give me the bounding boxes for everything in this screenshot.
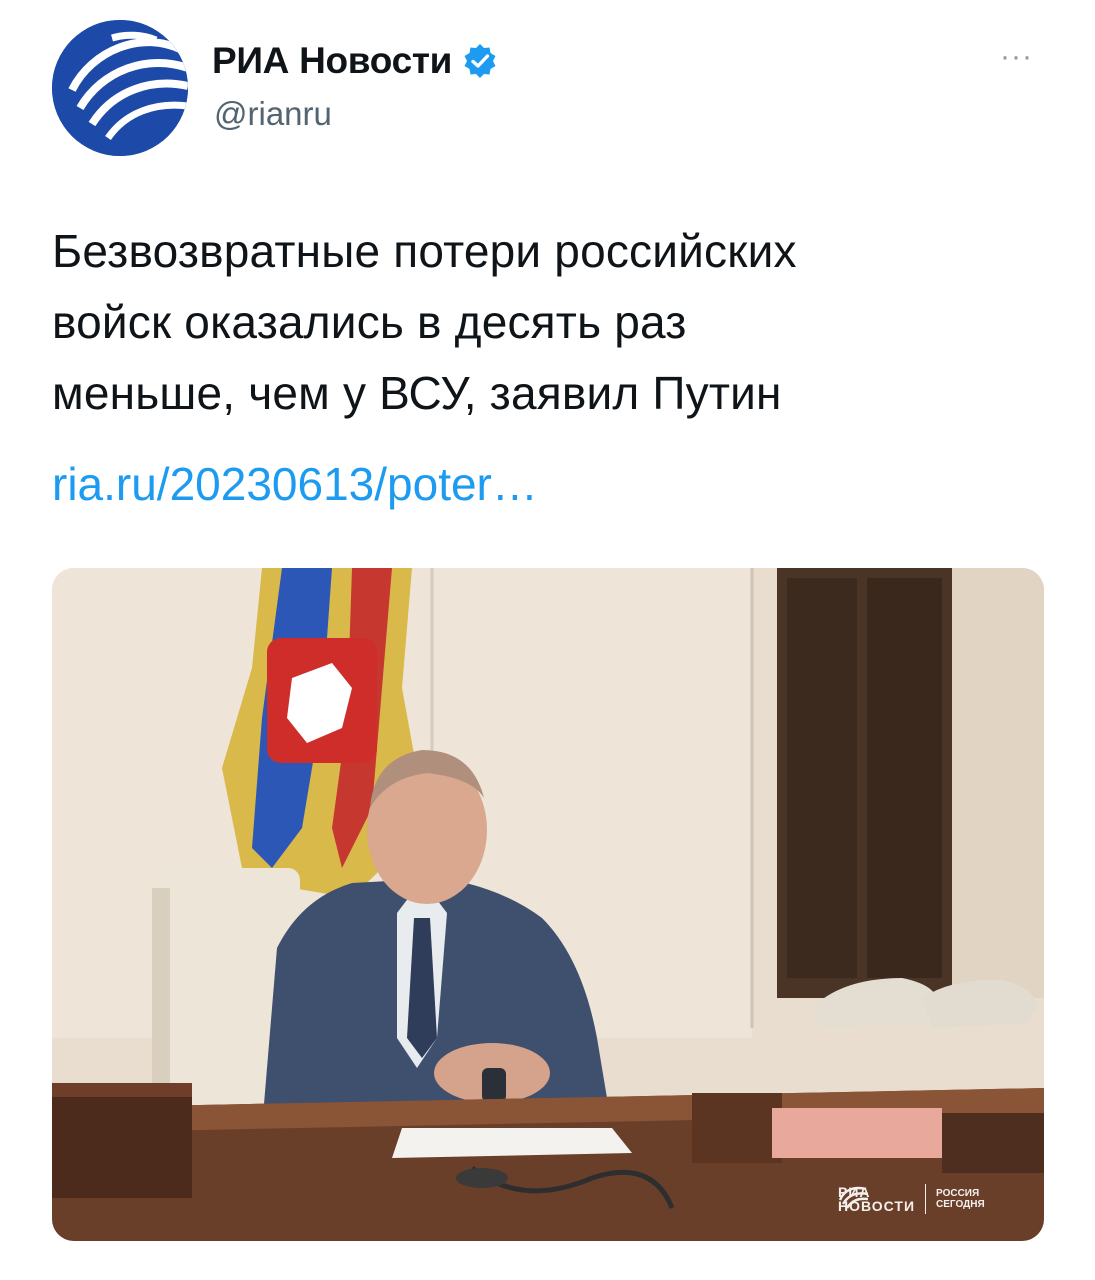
photo-scene [52, 568, 1044, 1241]
tweet-photo[interactable]: РИА НОВОСТИ РОССИЯ СЕГОДНЯ [52, 568, 1044, 1241]
tweet-link[interactable]: ria.ru/20230613/poter… [52, 449, 538, 520]
display-name[interactable]: РИА Новости [212, 40, 452, 82]
photo-watermark: РИА НОВОСТИ РОССИЯ СЕГОДНЯ [838, 1184, 985, 1214]
account-name-row[interactable]: РИА Новости [212, 40, 498, 82]
watermark-divider [925, 1184, 927, 1214]
ria-novosti-logo-icon [52, 20, 188, 156]
more-options-icon[interactable]: ··· [1000, 40, 1033, 74]
tweet-text: Безвозвратные потери российских войск ок… [52, 225, 797, 419]
avatar[interactable] [52, 20, 188, 156]
verified-badge-icon [464, 44, 496, 78]
account-handle[interactable]: @rianru [214, 95, 332, 133]
ria-watermark-icon [838, 1186, 868, 1209]
watermark-partner: РОССИЯ СЕГОДНЯ [936, 1188, 985, 1210]
